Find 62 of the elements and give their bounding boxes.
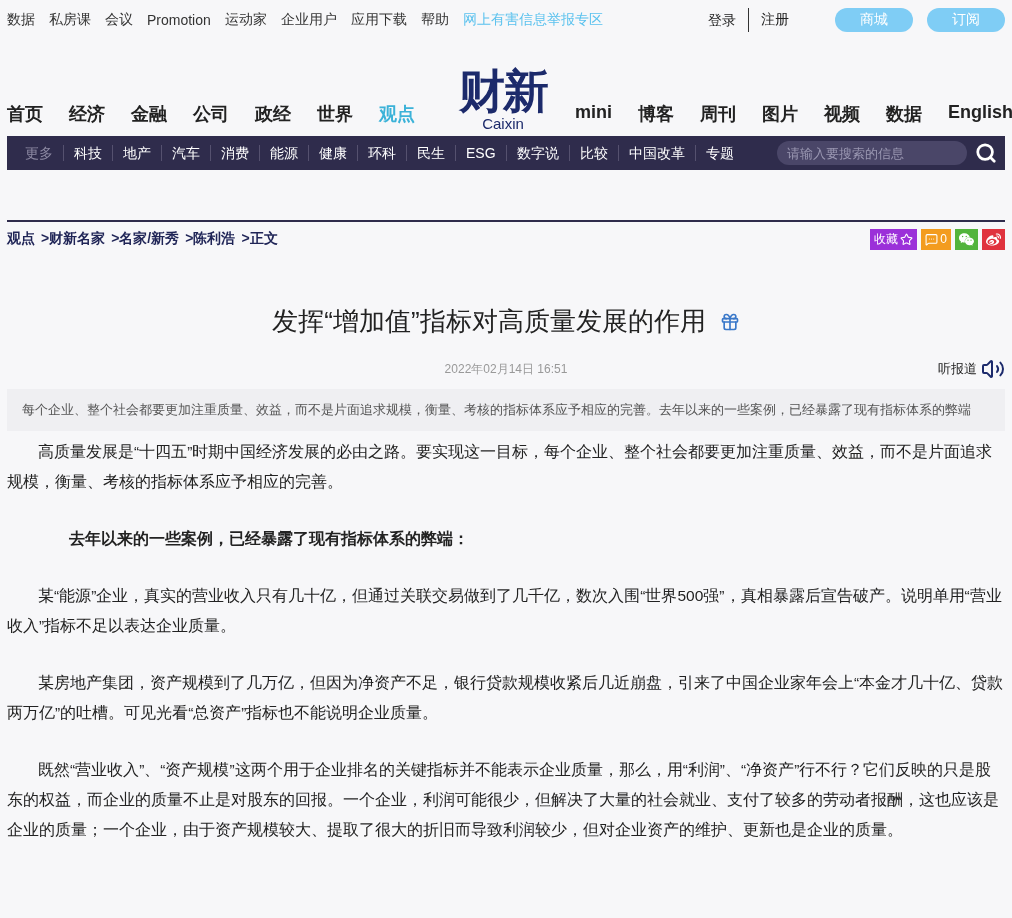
- register-link[interactable]: 注册: [749, 11, 789, 29]
- search-field[interactable]: 请输入要搜索的信息: [777, 141, 967, 165]
- top-link[interactable]: 数据: [7, 11, 35, 29]
- top-link[interactable]: Promotion: [147, 12, 211, 28]
- logo-mark: 财新: [459, 67, 547, 115]
- category-link[interactable]: 科技: [63, 145, 112, 161]
- category-link[interactable]: 能源: [259, 145, 308, 161]
- breadcrumb-link[interactable]: 观点: [7, 230, 35, 248]
- category-link[interactable]: 健康: [308, 145, 357, 161]
- category-link[interactable]: 消费: [210, 145, 259, 161]
- nav-item[interactable]: English: [948, 102, 1012, 126]
- article-paragraph: 某房地产集团，资产规模到了几万亿，但因为净资产不足，银行贷款规模收紧后几近崩盘，引来了中国企业家年会上“本金才几十亿、贷款两万亿”的吐槽。可见光看“总资产”指标也不能说明企业质量。: [7, 673, 1005, 723]
- more-link[interactable]: 更多: [15, 145, 63, 161]
- nav-item[interactable]: 首页: [7, 102, 43, 126]
- nav-item[interactable]: 博客: [638, 102, 674, 126]
- article-summary: 每个企业、整个社会都要更加注重质量、效益，而不是片面追求规模，衡量、考核的指标体系应予相应的完善。去年以来的一些案例，已经暴露了现有指标体系的弊端: [7, 389, 1005, 431]
- nav-item[interactable]: 周刊: [700, 102, 736, 126]
- share-button[interactable]: [982, 228, 1005, 250]
- breadcrumb-link[interactable]: >财新名家: [41, 230, 106, 248]
- category-link[interactable]: 专题: [694, 145, 744, 161]
- top-link[interactable]: 帮助: [420, 11, 449, 29]
- comment-icon: [925, 232, 939, 246]
- listen-label[interactable]: 听报道: [938, 360, 977, 378]
- article-paragraph: 既然“营业收入”、“资产规模”这两个用于企业排名的关键指标并不能表示企业质量，那么，用“利润”、“净资产”行不行？它们反映的只是股东的权益，而企业的质量不止是对股东的回报。一个企业，利润可能很少，但解决了大量的社会就业、支付了较多的劳动者报酬，这也应该是企业的质量；一个企业，由于资产规模较大、提取了很大的折旧而导致利润较少，但对企业资产的维护、更新也是企业的质量。: [7, 760, 1000, 840]
- gift-icon[interactable]: [719, 311, 740, 332]
- top-link[interactable]: 企业用户: [280, 11, 337, 29]
- article-paragraph: 某“能源”企业，真实的营业收入只有几十亿，但通过关联交易做到了几千亿，数次入围“世界500强”，真相暴露后宣告破产。说明单用“营业收入”指标不足以表达企业质量。: [7, 586, 1003, 636]
- category-link[interactable]: 民生: [406, 145, 455, 161]
- category-link[interactable]: 地产: [112, 145, 161, 161]
- breadcrumb-link[interactable]: >名家/新秀: [111, 230, 180, 248]
- section-heading: 去年以来的一些案例，已经暴露了现有指标体系的弊端：: [68, 529, 470, 549]
- top-link[interactable]: 应用下载: [350, 11, 407, 29]
- breadcrumb-link[interactable]: >正文: [241, 230, 278, 248]
- article-title: 发挥“增加值”指标对高质量发展的作用: [272, 305, 706, 338]
- nav-item[interactable]: 视频: [824, 102, 860, 126]
- nav-item[interactable]: 经济: [69, 102, 105, 126]
- nav-item[interactable]: 世界: [317, 102, 353, 126]
- category-link[interactable]: 数字说: [505, 145, 569, 161]
- nav-item[interactable]: 政经: [255, 102, 291, 126]
- chat-share-button[interactable]: [955, 228, 978, 250]
- star-icon: [900, 232, 914, 246]
- article-paragraph: 高质量发展是“十四五”时期中国经济发展的必由之路。要实现这一目标，每个企业、整个社会都要更加注重质量、效益，而不是片面追求规模，衡量、考核的指标体系应予相应的完善。: [7, 442, 994, 492]
- speaker-icon[interactable]: [981, 357, 1005, 381]
- chat-bubbles-icon: [959, 231, 974, 247]
- nav-item[interactable]: 金融: [131, 102, 167, 126]
- publish-date: 2022年02月14日 16:51: [444, 360, 568, 378]
- top-link[interactable]: 会议: [105, 11, 133, 29]
- breadcrumb-link[interactable]: >陈利浩: [185, 230, 236, 248]
- category-link[interactable]: 比较: [568, 145, 618, 161]
- category-link[interactable]: 中国改革: [617, 145, 695, 161]
- category-link[interactable]: 环科: [357, 145, 406, 161]
- category-link[interactable]: 汽车: [161, 145, 210, 161]
- logo-name: Caixin: [482, 115, 524, 132]
- nav-item[interactable]: 图片: [762, 102, 798, 126]
- category-link[interactable]: ESG: [455, 145, 506, 161]
- nav-item[interactable]: mini: [575, 102, 612, 126]
- favorite-button[interactable]: 收藏: [870, 228, 918, 250]
- login-link[interactable]: 登录: [708, 8, 749, 32]
- top-link[interactable]: 运动家: [224, 11, 267, 29]
- nav-item[interactable]: 数据: [886, 102, 922, 126]
- top-link[interactable]: 私房课: [49, 11, 91, 29]
- nav-item[interactable]: 公司: [193, 102, 229, 126]
